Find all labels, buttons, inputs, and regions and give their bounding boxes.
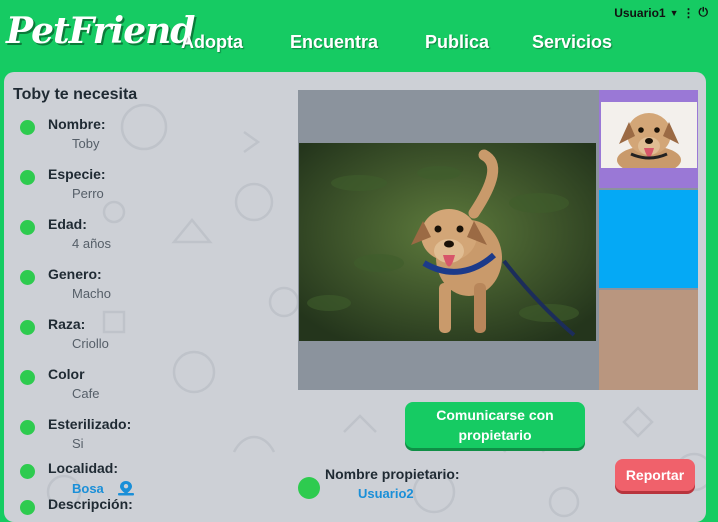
bullet-dot xyxy=(20,464,35,479)
owner-avatar xyxy=(298,477,320,499)
owner-name-link[interactable]: Usuario2 xyxy=(358,486,414,501)
pet-detail-panel: Toby te necesita Nombre: Toby Especie: P… xyxy=(4,72,706,522)
field-label: Raza: xyxy=(48,316,86,332)
map-pin-icon[interactable] xyxy=(117,480,135,496)
bullet-dot xyxy=(20,220,35,235)
user-menu[interactable]: Usuario1 ▼ ⋮ ⏻ xyxy=(614,5,708,20)
bullet-dot xyxy=(20,370,35,385)
bullet-dot xyxy=(20,420,35,435)
field-value: Cafe xyxy=(72,386,100,401)
field-label: Color xyxy=(48,366,85,382)
field-value: Criollo xyxy=(72,336,109,351)
main-photo[interactable] xyxy=(299,143,596,341)
field-value: Perro xyxy=(72,186,104,201)
field-label: Genero: xyxy=(48,266,102,282)
field-value: Macho xyxy=(72,286,112,301)
thumbnail-strip xyxy=(599,90,698,390)
field-label: Localidad: xyxy=(48,460,119,476)
bullet-dot xyxy=(20,320,35,335)
bullet-dot xyxy=(20,120,35,135)
owner-label: Nombre propietario: xyxy=(325,466,460,482)
field-value: 4 años xyxy=(72,236,112,251)
contact-owner-button[interactable]: Comunicarse con propietario xyxy=(405,402,585,448)
caret-down-icon[interactable]: ▼ xyxy=(670,8,679,18)
field-label: Descripción: xyxy=(48,496,133,512)
thumbnail-1[interactable] xyxy=(599,90,698,188)
bullet-dot xyxy=(20,170,35,185)
field-value: Si xyxy=(72,436,84,451)
bullet-dot xyxy=(20,270,35,285)
user-name[interactable]: Usuario1 xyxy=(614,6,665,20)
photo-gallery xyxy=(298,90,698,390)
nav-encuentra[interactable]: Encuentra xyxy=(290,32,378,53)
nav-publica[interactable]: Publica xyxy=(425,32,489,53)
report-button[interactable]: Reportar xyxy=(615,459,695,491)
more-vert-icon[interactable]: ⋮ xyxy=(683,6,695,20)
thumbnail-3[interactable] xyxy=(599,290,698,390)
thumbnail-2[interactable] xyxy=(599,190,698,288)
bullet-dot xyxy=(20,500,35,515)
top-navbar: PetFriend Adopta Encuentra Publica Servi… xyxy=(0,0,718,68)
field-label: Esterilizado: xyxy=(48,416,132,432)
localidad-value[interactable]: Bosa xyxy=(72,480,135,496)
dog-photo xyxy=(299,143,596,341)
field-label: Nombre: xyxy=(48,116,106,132)
localidad-link[interactable]: Bosa xyxy=(72,481,104,496)
field-label: Edad: xyxy=(48,216,87,232)
field-label: Especie: xyxy=(48,166,106,182)
pet-title: Toby te necesita xyxy=(13,86,138,103)
nav-servicios[interactable]: Servicios xyxy=(532,32,612,53)
logo[interactable]: PetFriend xyxy=(6,10,195,52)
nav-adopta[interactable]: Adopta xyxy=(181,32,243,53)
field-value: Toby xyxy=(72,136,100,151)
thumbnail-photo xyxy=(601,102,697,168)
power-icon[interactable]: ⏻ xyxy=(699,5,709,20)
